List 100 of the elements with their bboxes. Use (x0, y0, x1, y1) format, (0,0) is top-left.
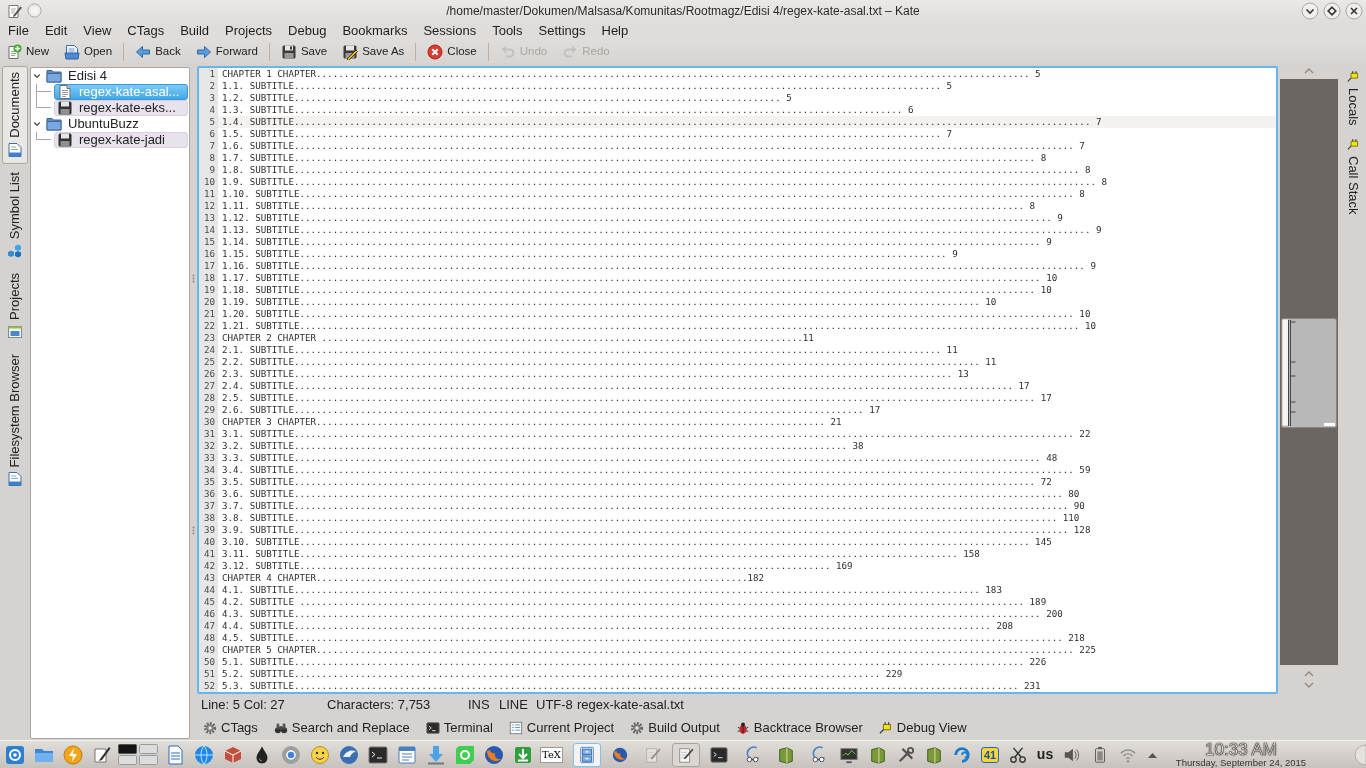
menu-item[interactable]: Settings (530, 22, 594, 40)
caret-up-icon[interactable] (1147, 751, 1157, 758)
line-number: 34 (199, 464, 218, 476)
splitter-grip-icon[interactable] (192, 526, 195, 535)
book-icon[interactable] (777, 745, 795, 764)
toolbar-button[interactable]: Back (132, 42, 184, 62)
toolbar-button[interactable]: Close (424, 42, 480, 62)
ring-logo-icon[interactable] (280, 744, 301, 765)
window-list-icon[interactable] (396, 744, 417, 765)
menu-item[interactable]: Tools (484, 22, 531, 40)
keyboard-layout[interactable]: us (1036, 744, 1054, 765)
tex-launcher[interactable]: TeX (540, 746, 563, 763)
task-button[interactable] (572, 742, 601, 767)
side-tab[interactable]: Documents (2, 66, 28, 164)
glasses-icon[interactable] (744, 745, 762, 764)
swirl-logo-icon[interactable] (953, 745, 971, 764)
tools-icon[interactable] (896, 745, 915, 764)
text-editor[interactable] (197, 66, 1278, 694)
download-box-icon[interactable] (512, 744, 533, 765)
toolbar-button[interactable]: Save As (339, 42, 408, 62)
tree-item[interactable]: Edisi 4 (45, 68, 109, 84)
app-icon[interactable] (7, 2, 23, 19)
tool-tab[interactable]: Backtrace Browser (731, 718, 867, 738)
line-number: 1 (199, 68, 218, 80)
number-badge[interactable]: 41 (980, 746, 1000, 763)
close-button[interactable] (1345, 1, 1363, 20)
maximize-button[interactable] (1323, 1, 1341, 20)
side-tab[interactable]: Symbol List (2, 165, 28, 265)
menu-item[interactable]: Help (593, 22, 637, 40)
terminal-icon[interactable] (710, 745, 728, 764)
tree-item[interactable]: regex-kate-jadi (54, 132, 188, 148)
scissors-icon[interactable] (1009, 745, 1027, 764)
glasses-icon[interactable] (809, 745, 828, 764)
side-tab[interactable]: Filesystem Browser (2, 347, 28, 494)
menu-item[interactable]: View (75, 22, 120, 40)
text-line: 1.3. SUBTITLE.............................................................................................................. 6 (222, 104, 914, 115)
toolbar-button[interactable]: Forward (192, 42, 261, 62)
line-number: 5 (199, 116, 218, 128)
desktop-pager[interactable] (118, 744, 158, 765)
app-launcher-icon[interactable] (4, 744, 25, 765)
text-line: 1.5. SUBTITLE..................................................................................................................... 7 (222, 128, 953, 139)
tree-item[interactable]: UbuntuBuzz (45, 116, 140, 132)
globe-icon[interactable] (193, 744, 214, 765)
text-line: 1.19. SUBTITLE........................................................................................................................... 10 (222, 296, 997, 307)
lightning-icon[interactable] (62, 744, 83, 765)
tool-tab[interactable]: Debug View (874, 718, 971, 738)
pen-paper-icon[interactable] (91, 744, 112, 765)
file-name: regex-kate-asal.txt (577, 697, 684, 713)
download-arrow-icon[interactable] (425, 744, 446, 765)
menu-item[interactable]: Debug (280, 22, 335, 40)
text-line: 1.15. SUBTITLE..................................................................................................................... 9 (222, 248, 958, 259)
line-number: 16 (199, 248, 218, 260)
line-number: 36 (199, 488, 218, 500)
fox-globe-icon (610, 745, 629, 764)
line-number: 44 (199, 584, 218, 596)
splitter-grip-icon[interactable] (192, 274, 195, 283)
scroll-up-button[interactable] (1304, 68, 1314, 74)
menu-item[interactable]: Sessions (415, 22, 485, 40)
menu-item[interactable]: File (0, 22, 37, 40)
scroll-up-button[interactable] (1304, 671, 1314, 677)
tree-item[interactable]: regex-kate-eks... (54, 100, 188, 116)
text-line: 4.2. SUBTITLE ................................................................................................................................... 189 (222, 596, 1047, 607)
line-number: 52 (199, 680, 218, 692)
toolbar-button[interactable]: Open (61, 42, 116, 62)
side-tab[interactable]: Call Stack (1341, 134, 1365, 218)
line-number: 13 (199, 212, 218, 224)
scrollbar-handle[interactable] (1281, 318, 1337, 428)
text-line: 5.2. SUBTITLE.......................................................................................................... 229 (222, 668, 903, 679)
smiley-icon[interactable] (309, 744, 330, 765)
tool-tab[interactable]: Search and Replace (269, 718, 414, 738)
side-tab[interactable]: Projects (2, 266, 28, 346)
swoosh-logo-icon[interactable] (338, 744, 359, 765)
side-tab[interactable]: Locals (1341, 67, 1365, 129)
toolbar-button[interactable]: New (3, 42, 52, 62)
text-line: 3.12. SUBTITLE................................................................................................ 169 (222, 560, 853, 571)
task-button[interactable] (671, 742, 700, 767)
scroll-down-button[interactable] (1304, 682, 1314, 688)
text-line: 3.2. SUBTITLE.................................................................................................... 38 (222, 440, 864, 451)
text-line: 1.6. SUBTITLE............................................................................................................................................. 7 (222, 140, 1085, 151)
tool-tab[interactable]: CTags (199, 718, 262, 738)
menu-item[interactable]: Build (172, 22, 218, 40)
minimize-button[interactable] (1301, 1, 1319, 20)
tool-tab[interactable]: Terminal (421, 718, 497, 738)
book-icon[interactable] (924, 745, 943, 764)
tile-logo-icon[interactable] (454, 744, 475, 765)
fox-globe-icon[interactable] (483, 744, 504, 765)
menu-item[interactable]: Edit (36, 22, 76, 40)
cube-icon[interactable] (222, 744, 243, 765)
menu-item[interactable]: CTags (119, 22, 173, 40)
text-line: 3.5. SUBTITLE...................................................................................................................................... 72 (222, 476, 1052, 487)
toolbar-button[interactable]: Save (277, 42, 331, 62)
line-number: 40 (199, 536, 218, 548)
menu-item[interactable]: Projects (217, 22, 281, 40)
terminal-icon[interactable] (367, 744, 388, 765)
book-icon[interactable] (868, 745, 887, 764)
tool-tab[interactable]: Current Project (504, 718, 619, 738)
system-monitor-icon[interactable] (840, 745, 858, 764)
menu-item[interactable]: Bookmarks (334, 22, 416, 40)
tool-tab[interactable]: Build Output (626, 718, 724, 738)
line-number: 8 (199, 152, 218, 164)
